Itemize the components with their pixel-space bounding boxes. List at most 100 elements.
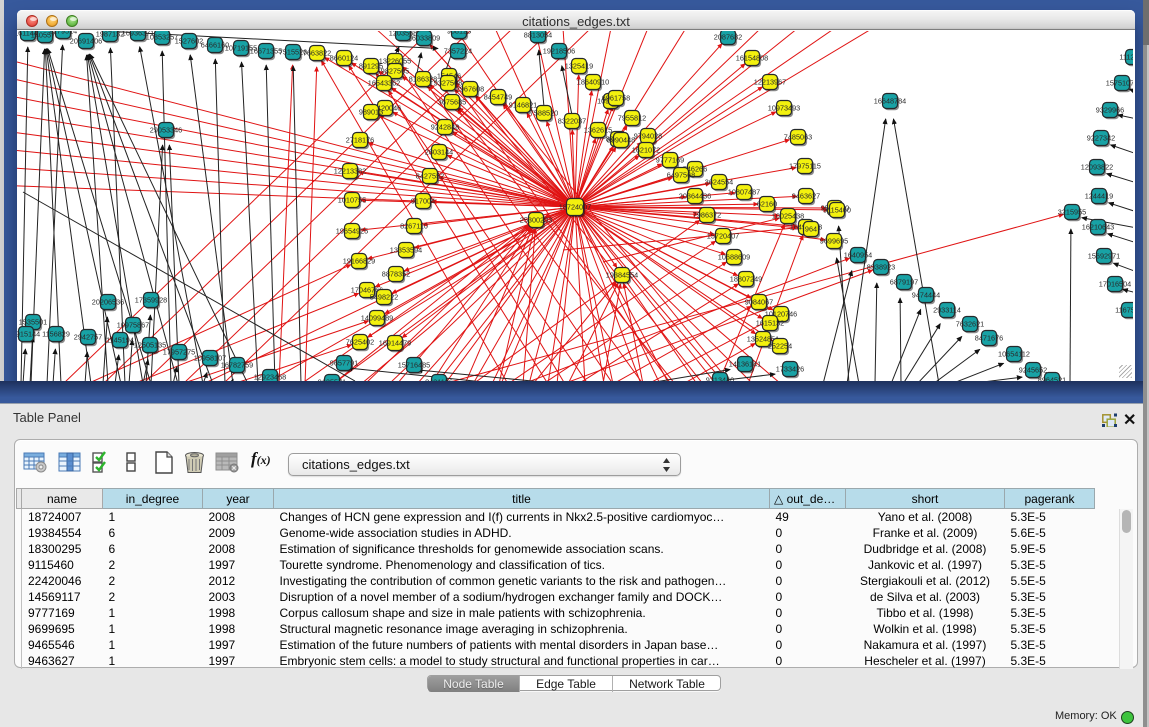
svg-text:9245652: 9245652 bbox=[1019, 366, 1047, 375]
svg-text:15720407: 15720407 bbox=[707, 232, 739, 241]
svg-text:8938923: 8938923 bbox=[867, 263, 895, 272]
svg-text:13353594: 13353594 bbox=[390, 246, 422, 255]
svg-text:12093822: 12093822 bbox=[1081, 163, 1113, 172]
svg-text:10654112: 10654112 bbox=[998, 350, 1030, 359]
svg-text:2279514: 2279514 bbox=[49, 31, 77, 36]
svg-text:1527602: 1527602 bbox=[175, 37, 203, 46]
svg-text:252254: 252254 bbox=[768, 342, 792, 351]
svg-text:9827505: 9827505 bbox=[381, 67, 409, 76]
svg-text:1325419: 1325419 bbox=[565, 62, 593, 71]
svg-text:16914479: 16914479 bbox=[379, 339, 411, 348]
svg-text:19218506: 19218506 bbox=[543, 47, 575, 56]
svg-text:10025438: 10025438 bbox=[772, 212, 804, 221]
svg-text:19654925: 19654925 bbox=[336, 227, 368, 236]
svg-text:17957275: 17957275 bbox=[163, 348, 195, 357]
svg-text:1244419: 1244419 bbox=[1085, 192, 1113, 201]
svg-text:9463627: 9463627 bbox=[792, 192, 820, 201]
svg-text:9794028: 9794028 bbox=[634, 132, 662, 141]
svg-text:1733426: 1733426 bbox=[776, 365, 804, 374]
svg-text:8427552: 8427552 bbox=[416, 172, 444, 181]
svg-text:3624554: 3624554 bbox=[705, 178, 733, 187]
svg-text:3215955: 3215955 bbox=[1058, 208, 1086, 217]
svg-text:7588520: 7588520 bbox=[530, 109, 558, 118]
svg-text:10975867: 10975867 bbox=[117, 321, 149, 330]
svg-text:16543362: 16543362 bbox=[368, 79, 400, 88]
svg-text:1156829: 1156829 bbox=[42, 330, 70, 339]
svg-text:7632621: 7632621 bbox=[956, 320, 984, 329]
svg-text:18640910: 18640910 bbox=[577, 78, 609, 87]
svg-text:16033809: 16033809 bbox=[408, 34, 440, 43]
svg-text:15692971: 15692971 bbox=[1088, 252, 1120, 261]
svg-text:6961758: 6961758 bbox=[602, 94, 630, 103]
svg-text:8267110: 8267110 bbox=[400, 222, 428, 231]
svg-text:9657791: 9657791 bbox=[330, 359, 358, 368]
svg-text:1987132: 1987132 bbox=[96, 31, 124, 39]
svg-text:5498222: 5498222 bbox=[370, 293, 398, 302]
svg-text:8990448: 8990448 bbox=[607, 136, 635, 145]
svg-text:1167537: 1167537 bbox=[1115, 306, 1133, 315]
svg-text:29053346: 29053346 bbox=[150, 126, 182, 135]
svg-text:8878352: 8878352 bbox=[382, 270, 410, 279]
svg-text:1145194: 1145194 bbox=[106, 336, 134, 345]
svg-text:6879197: 6879197 bbox=[890, 278, 918, 287]
svg-text:9084067: 9084067 bbox=[745, 298, 773, 307]
svg-text:9329966: 9329966 bbox=[1096, 106, 1124, 115]
svg-text:9474444: 9474444 bbox=[912, 291, 940, 300]
svg-text:12213382: 12213382 bbox=[334, 167, 366, 176]
svg-text:1640954: 1640954 bbox=[844, 251, 872, 260]
svg-text:9115460: 9115460 bbox=[823, 206, 851, 215]
svg-text:14099489: 14099489 bbox=[361, 314, 393, 323]
svg-text:16154808: 16154808 bbox=[736, 54, 768, 63]
svg-text:17016504: 17016504 bbox=[1099, 280, 1131, 289]
svg-text:1621072: 1621072 bbox=[632, 146, 660, 155]
svg-text:958123: 958123 bbox=[447, 31, 471, 36]
svg-text:2087682: 2087682 bbox=[714, 33, 742, 42]
svg-text:9227342: 9227342 bbox=[1087, 134, 1115, 143]
svg-text:6497568: 6497568 bbox=[667, 171, 695, 180]
svg-text:10688609: 10688609 bbox=[718, 253, 750, 262]
svg-text:25300233: 25300233 bbox=[520, 216, 552, 225]
svg-text:16671355: 16671355 bbox=[250, 47, 282, 56]
svg-text:10973493: 10973493 bbox=[768, 104, 800, 113]
svg-text:16782759: 16782759 bbox=[221, 361, 253, 370]
svg-text:7625402: 7625402 bbox=[346, 338, 374, 347]
svg-text:17359928: 17359928 bbox=[135, 296, 167, 305]
svg-text:16648784: 16648784 bbox=[874, 97, 906, 106]
svg-text:7357224: 7357224 bbox=[444, 47, 472, 56]
svg-text:18807249: 18807249 bbox=[730, 275, 762, 284]
svg-text:12213967: 12213967 bbox=[754, 78, 786, 87]
svg-text:1615132: 1615132 bbox=[756, 319, 784, 328]
svg-text:7986372: 7986372 bbox=[693, 211, 721, 220]
svg-text:15751074: 15751074 bbox=[1106, 79, 1133, 88]
svg-text:7485063: 7485063 bbox=[784, 133, 812, 142]
svg-text:18724007: 18724007 bbox=[559, 203, 591, 212]
svg-text:2933114: 2933114 bbox=[933, 306, 961, 315]
svg-text:14136141: 14136141 bbox=[729, 360, 761, 369]
svg-text:19166829: 19166829 bbox=[343, 257, 375, 266]
svg-text:964: 964 bbox=[805, 225, 817, 234]
svg-text:62160: 62160 bbox=[757, 200, 777, 209]
svg-text:2967608: 2967608 bbox=[456, 85, 484, 94]
svg-text:9242848: 9242848 bbox=[431, 123, 459, 132]
svg-text:989013: 989013 bbox=[359, 108, 383, 117]
svg-text:10853257: 10853257 bbox=[146, 33, 178, 42]
svg-text:19384554: 19384554 bbox=[606, 271, 638, 280]
svg-text:17975115: 17975115 bbox=[789, 162, 821, 171]
svg-text:3675685: 3675685 bbox=[438, 98, 466, 107]
svg-text:917004: 917004 bbox=[411, 197, 435, 206]
svg-text:20206536: 20206536 bbox=[92, 298, 124, 307]
svg-text:8322037: 8322037 bbox=[558, 117, 586, 126]
svg-text:7663822: 7663822 bbox=[303, 49, 331, 58]
svg-text:3915144: 3915144 bbox=[17, 330, 40, 339]
svg-text:1535501: 1535501 bbox=[19, 318, 47, 327]
svg-text:7955812: 7955812 bbox=[618, 114, 646, 123]
svg-text:15716485: 15716485 bbox=[398, 361, 430, 370]
svg-text:9699695: 9699695 bbox=[820, 237, 848, 246]
svg-text:20364436: 20364436 bbox=[679, 192, 711, 201]
svg-text:2803144: 2803144 bbox=[425, 148, 453, 157]
svg-text:12505135: 12505135 bbox=[134, 341, 166, 350]
svg-text:8471676: 8471676 bbox=[975, 334, 1003, 343]
svg-text:16210643: 16210643 bbox=[1082, 223, 1114, 232]
svg-text:2718176: 2718176 bbox=[346, 136, 374, 145]
svg-text:10807487: 10807487 bbox=[728, 188, 760, 197]
